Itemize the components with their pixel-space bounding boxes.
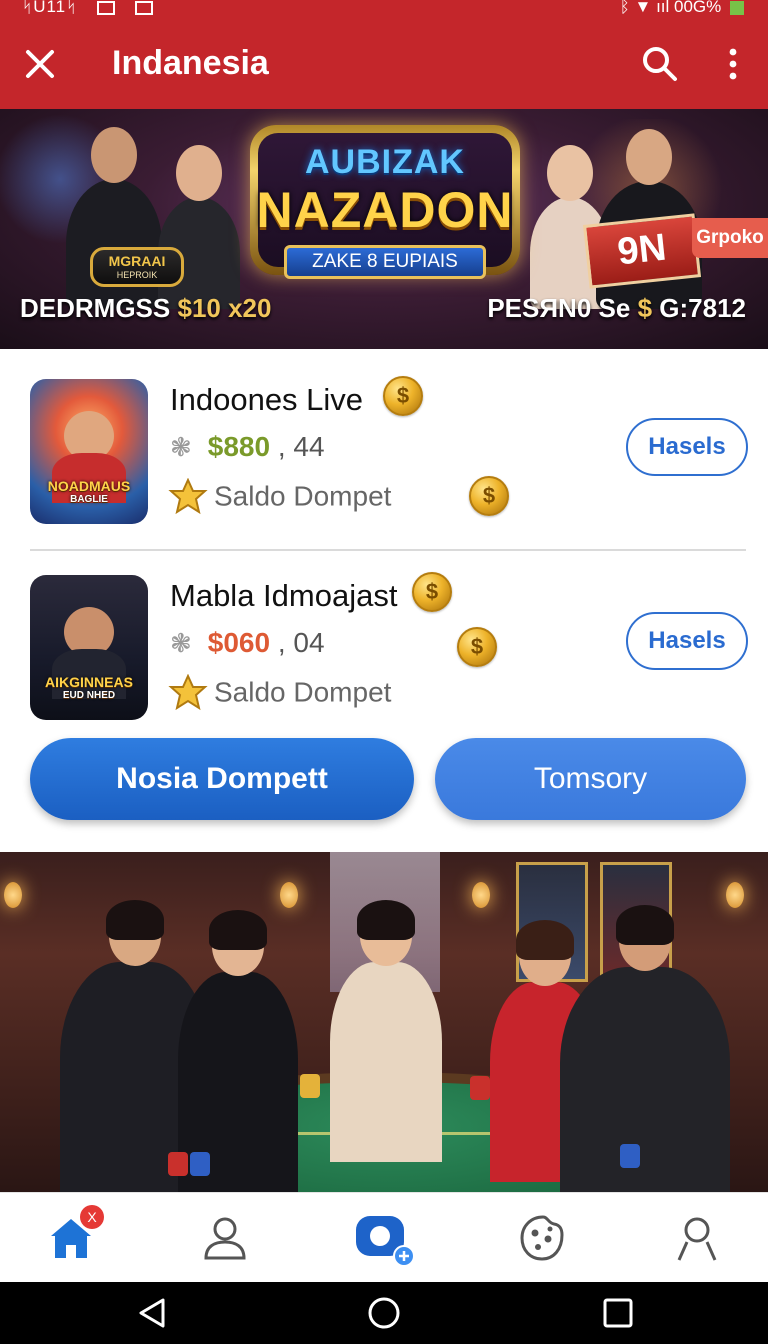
casino-promo-image[interactable] [0, 852, 768, 1192]
hero-logo-line-1: AUBIZAK [305, 143, 465, 181]
status-left-text: ᛋU11ᛋ [22, 0, 78, 16]
game-thumbnail-label: NOADMAUS BAGLIE [34, 479, 144, 507]
game-thumbnail[interactable]: NOADMAUS BAGLIE [30, 379, 148, 524]
wallet-icon [356, 1216, 415, 1266]
notification-icon [97, 0, 116, 15]
search-icon [643, 47, 677, 81]
hero-badge: MGRAAI HEPROIK [90, 247, 184, 287]
saldo-row: Saldo Dompet [168, 478, 391, 518]
hero-right-currency: $ [637, 293, 653, 323]
nav-home[interactable]: X [36, 1205, 106, 1269]
battery-icon [730, 0, 744, 15]
flower-icon: ❃ [170, 432, 192, 462]
saldo-label: Saldo Dompet [214, 480, 392, 512]
hero-left-caption: DEDRMGSS $10 x20 [20, 293, 271, 324]
game-amount: ❃ $880 , 44 [170, 431, 325, 463]
hero-banner[interactable]: AUBIZAK NAZADON ZAKE 8 EUPIAIS MGRAAI HE… [0, 109, 768, 349]
notification-badge: X [80, 1205, 104, 1229]
cookie-icon [520, 1215, 564, 1261]
hero-logo: AUBIZAK NAZADON ZAKE 8 EUPIAIS [240, 119, 530, 279]
nav-wallet[interactable] [348, 1207, 418, 1269]
hero-sign: 9N [582, 213, 702, 289]
game-title: Mabla Idmoajast [170, 578, 398, 613]
home-circle-icon [368, 1297, 400, 1329]
system-navigation-bar [0, 1282, 768, 1344]
hero-left-amount: $10 x20 [177, 293, 272, 323]
profile-icon [204, 1217, 246, 1260]
hero-right-amount: G:7812 [659, 293, 746, 323]
game-title: Indoones Live [170, 382, 364, 417]
nav-profile[interactable] [190, 1207, 260, 1269]
hero-logo-line-2: NAZADON [256, 182, 514, 238]
nav-cookie[interactable] [508, 1207, 578, 1269]
status-right-text: ᛒ ▼ ııl 00G% [619, 0, 722, 16]
coin-icon: $ [412, 572, 452, 612]
status-left: ᛋU11ᛋ [22, 0, 153, 17]
nosia-dompett-button[interactable]: Nosia Dompett [30, 738, 414, 820]
hero-dealer-man [66, 127, 162, 309]
recents-button[interactable] [588, 1290, 648, 1336]
thumb-sub-text: BAGLIE [70, 494, 108, 505]
game-list-item[interactable]: AIKGINNEAS EUD NHED Mabla Idmoajast $ ❃ … [0, 560, 768, 720]
game-amount-suffix: , 04 [277, 627, 325, 658]
saldo-label: Saldo Dompet [214, 676, 392, 708]
game-amount-suffix: , 44 [277, 431, 325, 462]
hero-badge-title: MGRAAI [108, 253, 166, 269]
status-bar: ᛋU11ᛋ ᛒ ▼ ııl 00G% [0, 0, 768, 22]
bottom-navigation: X [0, 1192, 768, 1282]
game-amount-value: $060 [207, 627, 271, 658]
coin-icon: $ [469, 476, 509, 516]
account-icon [677, 1217, 717, 1261]
app-bar: Indanesia [0, 22, 768, 109]
page-title: Indanesia [112, 44, 269, 82]
hero-left-label: DEDRMGSS [20, 293, 171, 323]
thumb-label-text: NOADMAUS [47, 478, 131, 494]
game-amount: ❃ $060 , 04 [170, 627, 325, 659]
app-screen: ᛋU11ᛋ ᛒ ▼ ııl 00G% Indanesia AUBIZAK NAZ… [0, 0, 768, 1344]
notification-icon-2 [134, 0, 153, 15]
close-button[interactable] [16, 40, 64, 88]
dealer-figure [330, 900, 442, 1162]
status-right: ᛒ ▼ ııl 00G% [620, 0, 744, 17]
hero-badge-sub: HEPROIK [116, 270, 158, 280]
search-button[interactable] [636, 40, 684, 88]
flower-icon: ❃ [170, 628, 192, 658]
thumb-label-text: AIKGINNEAS [45, 674, 133, 690]
more-vertical-icon [729, 48, 737, 80]
hero-ribbon: ZAKE 8 EUPIAIS [284, 245, 486, 279]
player-figure [560, 905, 730, 1192]
coin-icon: $ [457, 627, 497, 667]
hasels-button[interactable]: Hasels [626, 612, 748, 670]
star-badge-icon [168, 478, 208, 515]
home-system-button[interactable] [354, 1290, 414, 1336]
coin-icon: $ [383, 376, 423, 416]
back-button[interactable] [122, 1290, 182, 1336]
recents-square-icon [603, 1298, 633, 1328]
star-badge-icon [168, 674, 208, 711]
hasels-button[interactable]: Hasels [626, 418, 748, 476]
back-triangle-icon [139, 1298, 165, 1328]
nav-account[interactable] [662, 1207, 732, 1269]
game-thumbnail[interactable]: AIKGINNEAS EUD NHED [30, 575, 148, 720]
thumb-sub-text: EUD NHED [62, 690, 116, 701]
game-amount-value: $880 [207, 431, 271, 462]
game-thumbnail-label: AIKGINNEAS EUD NHED [34, 675, 144, 703]
tomsory-button[interactable]: Tomsory [435, 738, 746, 820]
hero-right-caption: PESЯN0 Se $ G:7812 [487, 293, 746, 324]
game-list-item[interactable]: NOADMAUS BAGLIE Indoones Live $ ❃ $880 ,… [0, 364, 768, 524]
close-icon [26, 50, 54, 78]
saldo-row: Saldo Dompet [168, 674, 391, 714]
hero-corner-tag[interactable]: Grpoko [692, 218, 768, 258]
list-divider [30, 549, 746, 551]
hero-right-label: PESЯN0 Se [487, 293, 631, 323]
more-options-button[interactable] [712, 40, 754, 88]
